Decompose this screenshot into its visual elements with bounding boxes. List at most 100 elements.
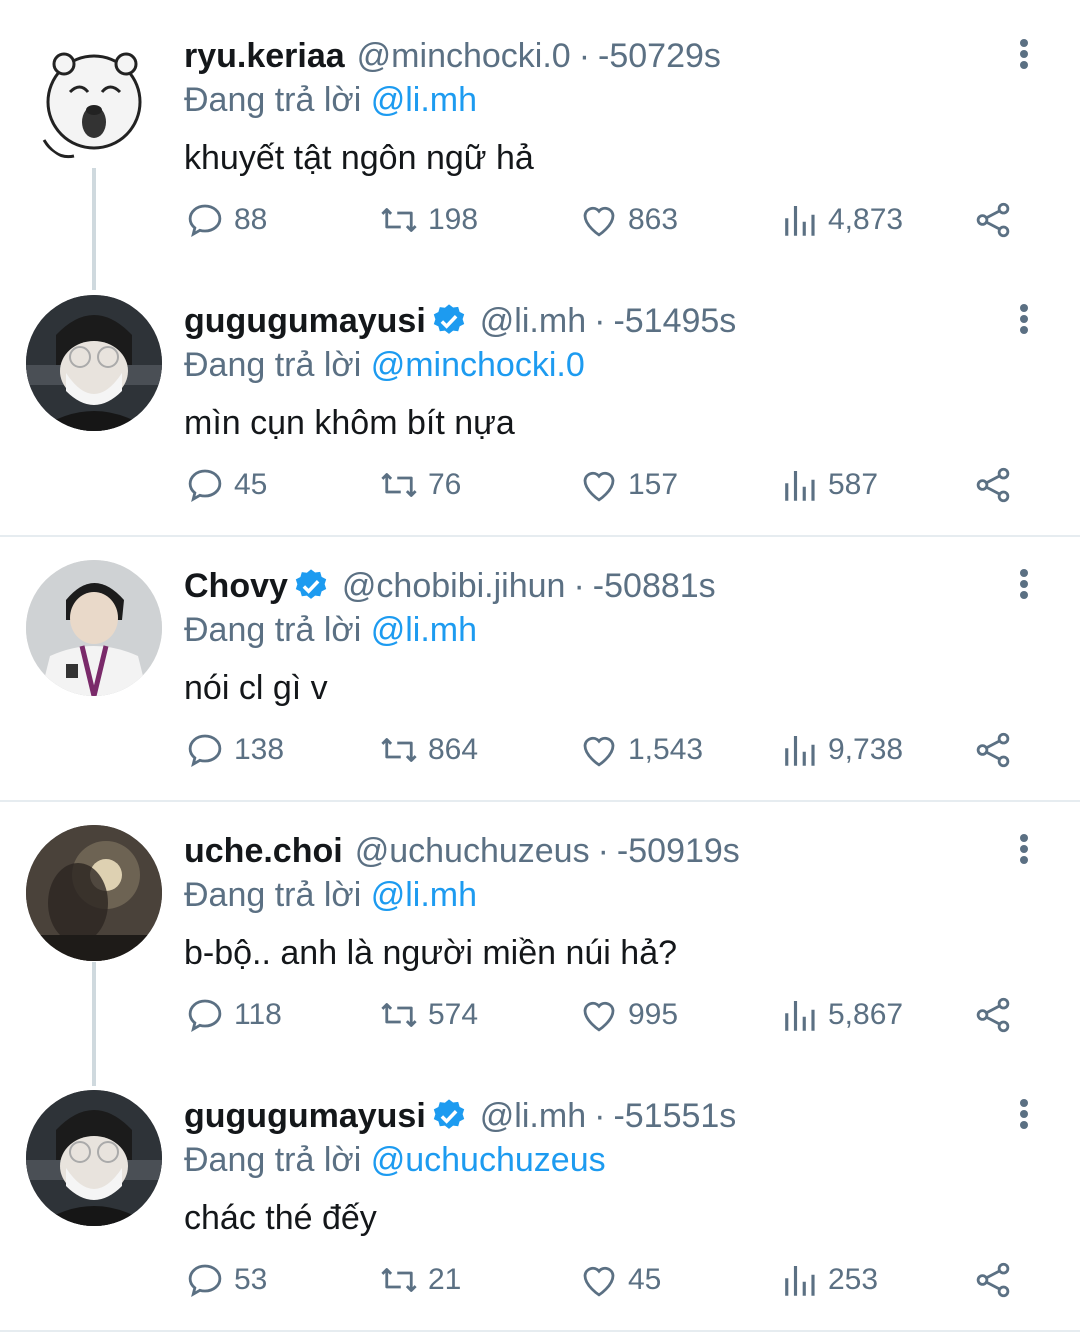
more-vertical-icon — [1020, 834, 1028, 864]
retweet-count: 21 — [428, 1263, 462, 1296]
timestamp[interactable]: -50919s — [617, 829, 740, 873]
heart-icon — [583, 1001, 615, 1032]
tweet-actions: 138 864 1,543 9,738 — [184, 728, 1034, 772]
avatar-image — [26, 1090, 162, 1226]
replying-to-label: Đang trả lời — [184, 346, 362, 384]
replying-to: Đang trả lời @li.mh — [184, 873, 477, 917]
reply-count: 45 — [234, 468, 268, 501]
more-vertical-icon — [1020, 1099, 1028, 1129]
verified-badge-icon — [295, 569, 327, 599]
reply-button[interactable]: 45 — [184, 463, 267, 507]
reply-mention-link[interactable]: @uchuchuzeus — [371, 1141, 606, 1179]
reply-button[interactable]: 138 — [184, 728, 284, 772]
username[interactable]: @uchuchuzeus — [355, 829, 590, 873]
avatar[interactable] — [26, 295, 162, 431]
avatar[interactable] — [26, 560, 162, 696]
avatar[interactable] — [26, 825, 162, 961]
tweet-header: Chovy @chobibi.jihun · -50881s — [184, 564, 716, 608]
username[interactable]: @li.mh — [480, 299, 586, 343]
share-button[interactable] — [972, 993, 1022, 1037]
timestamp[interactable]: -50729s — [598, 34, 721, 78]
comment-icon — [188, 999, 222, 1033]
share-button[interactable] — [972, 1258, 1022, 1302]
tweet[interactable]: gugugumayusi @li.mh · -51495s Đang trả l… — [0, 265, 1080, 530]
views-count: 9,738 — [828, 733, 904, 766]
reply-mention-link[interactable]: @li.mh — [371, 876, 477, 914]
more-options-button[interactable] — [1010, 303, 1038, 335]
retweet-icon — [381, 208, 417, 232]
display-name[interactable]: gugugumayusi — [184, 1094, 426, 1138]
separator-dot: · — [594, 302, 606, 340]
more-options-button[interactable] — [1010, 833, 1038, 865]
like-button[interactable]: 45 — [578, 1258, 661, 1302]
views-button[interactable]: 5,867 — [778, 993, 903, 1037]
retweet-button[interactable]: 76 — [378, 463, 461, 507]
replying-to-label: Đang trả lời — [184, 1141, 362, 1179]
replying-to-label: Đang trả lời — [184, 876, 362, 914]
like-button[interactable]: 1,543 — [578, 728, 703, 772]
tweet-text: mìn cụn khôm bít nựa — [184, 404, 515, 442]
reply-button[interactable]: 118 — [184, 993, 282, 1037]
tweet[interactable]: ryu.keriaa @minchocki.0 · -50729s Đang t… — [0, 0, 1080, 265]
views-button[interactable]: 253 — [778, 1258, 878, 1302]
retweet-icon — [381, 738, 417, 762]
retweet-icon — [381, 473, 417, 497]
views-count: 4,873 — [828, 203, 904, 236]
tweet[interactable]: uche.choi @uchuchuzeus · -50919s Đang tr… — [0, 795, 1080, 1060]
timestamp[interactable]: -50881s — [593, 564, 716, 608]
more-vertical-icon — [1020, 569, 1028, 599]
reply-mention-link[interactable]: @li.mh — [371, 611, 477, 649]
retweet-count: 864 — [428, 733, 479, 766]
views-button[interactable]: 587 — [778, 463, 878, 507]
views-count: 587 — [828, 468, 879, 501]
views-icon — [785, 206, 815, 236]
share-button[interactable] — [972, 463, 1022, 507]
display-name[interactable]: uche.choi — [184, 829, 343, 873]
heart-icon — [583, 206, 615, 237]
tweet-text: nói cl gì v — [184, 669, 328, 707]
reply-mention-link[interactable]: @li.mh — [371, 81, 477, 119]
more-options-button[interactable] — [1010, 38, 1038, 70]
more-options-button[interactable] — [1010, 1098, 1038, 1130]
like-button[interactable]: 995 — [578, 993, 678, 1037]
like-button[interactable]: 157 — [578, 463, 678, 507]
share-button[interactable] — [972, 728, 1022, 772]
separator-dot: · — [573, 567, 585, 605]
more-options-button[interactable] — [1010, 568, 1038, 600]
tweet[interactable]: Chovy @chobibi.jihun · -50881s Đang trả … — [0, 530, 1080, 795]
retweet-button[interactable]: 21 — [378, 1258, 461, 1302]
username[interactable]: @chobibi.jihun — [342, 564, 566, 608]
views-button[interactable]: 9,738 — [778, 728, 903, 772]
reply-mention-link[interactable]: @minchocki.0 — [371, 346, 585, 384]
share-button[interactable] — [972, 198, 1022, 242]
timestamp[interactable]: -51551s — [613, 1094, 736, 1138]
avatar[interactable] — [26, 1090, 162, 1226]
reply-count: 118 — [234, 998, 282, 1031]
verified-badge-icon — [433, 304, 464, 334]
retweet-button[interactable]: 864 — [378, 728, 478, 772]
retweet-button[interactable]: 574 — [378, 993, 478, 1037]
views-button[interactable]: 4,873 — [778, 198, 903, 242]
heart-icon — [583, 1266, 615, 1297]
username[interactable]: @li.mh — [480, 1094, 586, 1138]
tweet[interactable]: gugugumayusi @li.mh · -51551s Đang trả l… — [0, 1060, 1080, 1325]
tweet-actions: 45 76 157 587 — [184, 463, 1034, 507]
tweet-text: khuyết tật ngôn ngữ hả — [184, 139, 534, 177]
reply-button[interactable]: 53 — [184, 1258, 267, 1302]
avatar[interactable] — [26, 30, 162, 166]
tweet-text: b-bộ.. anh là người miền núi hả? — [184, 934, 678, 972]
tweet-actions: 118 574 995 5,867 — [184, 993, 1034, 1037]
username[interactable]: @minchocki.0 — [357, 34, 571, 78]
like-count: 1,543 — [628, 733, 704, 766]
tweet-header: ryu.keriaa @minchocki.0 · -50729s — [184, 34, 721, 78]
like-count: 157 — [628, 468, 679, 501]
reply-button[interactable]: 88 — [184, 198, 267, 242]
timestamp[interactable]: -51495s — [613, 299, 736, 343]
like-button[interactable]: 863 — [578, 198, 678, 242]
replying-to: Đang trả lời @li.mh — [184, 608, 477, 652]
retweet-count: 574 — [428, 998, 479, 1031]
retweet-button[interactable]: 198 — [378, 198, 478, 242]
display-name[interactable]: ryu.keriaa — [184, 34, 345, 78]
display-name[interactable]: gugugumayusi — [184, 299, 426, 343]
display-name[interactable]: Chovy — [184, 564, 288, 608]
